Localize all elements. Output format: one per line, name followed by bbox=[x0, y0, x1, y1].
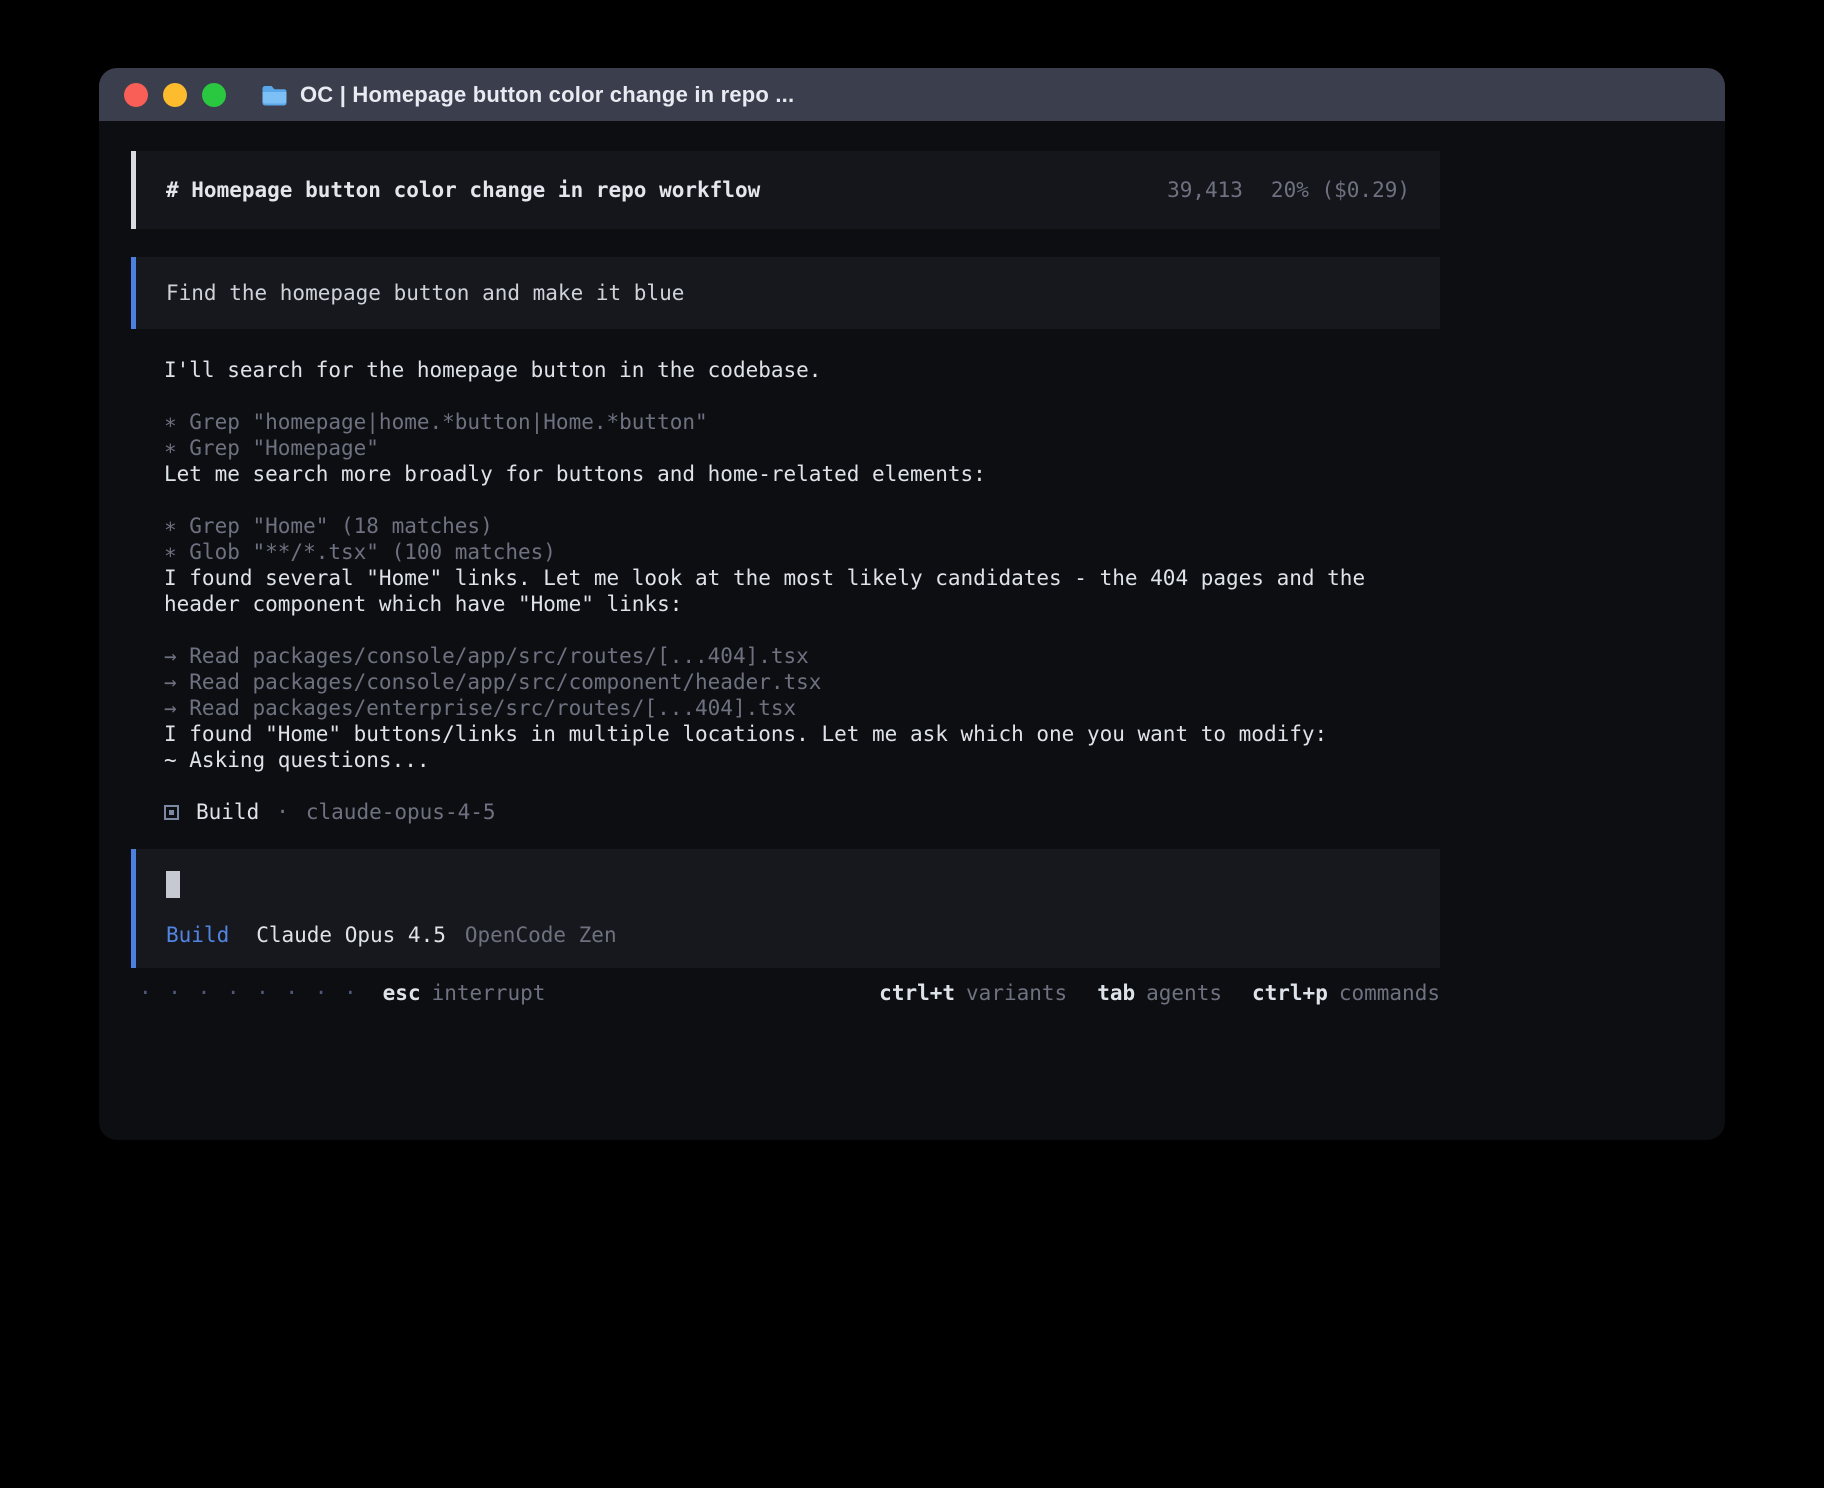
shortcut-interrupt: esc interrupt bbox=[383, 980, 546, 1006]
key-ctrl-p: ctrl+p bbox=[1252, 980, 1328, 1006]
session-stats: 39,413 20% ($0.29) bbox=[1167, 177, 1410, 203]
close-button[interactable] bbox=[124, 83, 148, 107]
tool-call-glob: ∗ Glob "**/*.tsx" (100 matches) bbox=[164, 539, 1440, 565]
tool-call-grep: ∗ Grep "Home" (18 matches) bbox=[164, 513, 1440, 539]
agent-name: Build bbox=[196, 799, 259, 825]
user-message-text: Find the homepage button and make it blu… bbox=[166, 281, 684, 305]
traffic-lights bbox=[124, 83, 241, 107]
assistant-text: Let me search more broadly for buttons a… bbox=[164, 461, 1440, 487]
zoom-button[interactable] bbox=[202, 83, 226, 107]
agent-icon bbox=[164, 805, 179, 820]
tool-call-read: → Read packages/console/app/src/routes/[… bbox=[164, 643, 1440, 669]
terminal-window: OC | Homepage button color change in rep… bbox=[99, 68, 1725, 1140]
shortcut-agents: tab agents bbox=[1097, 980, 1222, 1006]
spinner-dots: · · · · · · · · bbox=[139, 980, 359, 1006]
tool-call-group: ∗ Grep "Home" (18 matches) ∗ Glob "**/*.… bbox=[164, 513, 1440, 565]
terminal-content: # Homepage button color change in repo w… bbox=[99, 121, 1725, 1006]
tool-call-group: ∗ Grep "homepage|home.*button|Home.*butt… bbox=[164, 409, 1440, 461]
assistant-text: I found "Home" buttons/links in multiple… bbox=[164, 721, 1440, 747]
prompt-input[interactable]: Build Claude Opus 4.5 OpenCode Zen bbox=[131, 849, 1440, 968]
key-tab: tab bbox=[1097, 980, 1135, 1006]
assistant-text: I'll search for the homepage button in t… bbox=[164, 357, 1440, 383]
window-title: OC | Homepage button color change in rep… bbox=[300, 82, 794, 108]
shortcut-variants: ctrl+t variants bbox=[879, 980, 1067, 1006]
label-agents: agents bbox=[1146, 980, 1222, 1006]
tool-call-read: → Read packages/console/app/src/componen… bbox=[164, 669, 1440, 695]
model-name: Claude Opus 4.5 bbox=[256, 922, 446, 948]
label-variants: variants bbox=[966, 980, 1067, 1006]
tool-call-grep: ∗ Grep "homepage|home.*button|Home.*butt… bbox=[164, 409, 1440, 435]
status-bar: · · · · · · · · esc interrupt ctrl+t var… bbox=[131, 980, 1440, 1006]
transcript: I'll search for the homepage button in t… bbox=[131, 329, 1440, 825]
model-id: claude-opus-4-5 bbox=[306, 799, 496, 825]
input-meta: Build Claude Opus 4.5 OpenCode Zen bbox=[166, 922, 1410, 948]
label-interrupt: interrupt bbox=[432, 980, 546, 1006]
tool-call-read: → Read packages/enterprise/src/routes/[.… bbox=[164, 695, 1440, 721]
assistant-text: I found several "Home" links. Let me loo… bbox=[164, 565, 1440, 617]
titlebar[interactable]: OC | Homepage button color change in rep… bbox=[99, 68, 1725, 121]
shortcut-commands: ctrl+p commands bbox=[1252, 980, 1440, 1006]
user-message: Find the homepage button and make it blu… bbox=[131, 257, 1440, 329]
context-usage: 20% ($0.29) bbox=[1271, 177, 1410, 203]
minimize-button[interactable] bbox=[163, 83, 187, 107]
status-text: ~ Asking questions... bbox=[164, 747, 1440, 773]
provider-name: OpenCode Zen bbox=[465, 922, 617, 948]
agent-mode-label[interactable]: Build bbox=[166, 922, 229, 948]
tool-call-grep: ∗ Grep "Homepage" bbox=[164, 435, 1440, 461]
key-esc: esc bbox=[383, 980, 421, 1006]
token-count: 39,413 bbox=[1167, 177, 1243, 203]
agent-status-row: Build · claude-opus-4-5 bbox=[164, 799, 1440, 825]
session-header: # Homepage button color change in repo w… bbox=[131, 151, 1440, 229]
shortcut-hints: ctrl+t variants tab agents ctrl+p comman… bbox=[879, 980, 1440, 1006]
label-commands: commands bbox=[1339, 980, 1440, 1006]
separator-dot: · bbox=[276, 799, 289, 825]
key-ctrl-t: ctrl+t bbox=[879, 980, 955, 1006]
text-cursor bbox=[166, 871, 180, 898]
session-title: # Homepage button color change in repo w… bbox=[166, 177, 760, 203]
folder-icon bbox=[261, 84, 288, 106]
tool-call-group: → Read packages/console/app/src/routes/[… bbox=[164, 643, 1440, 721]
